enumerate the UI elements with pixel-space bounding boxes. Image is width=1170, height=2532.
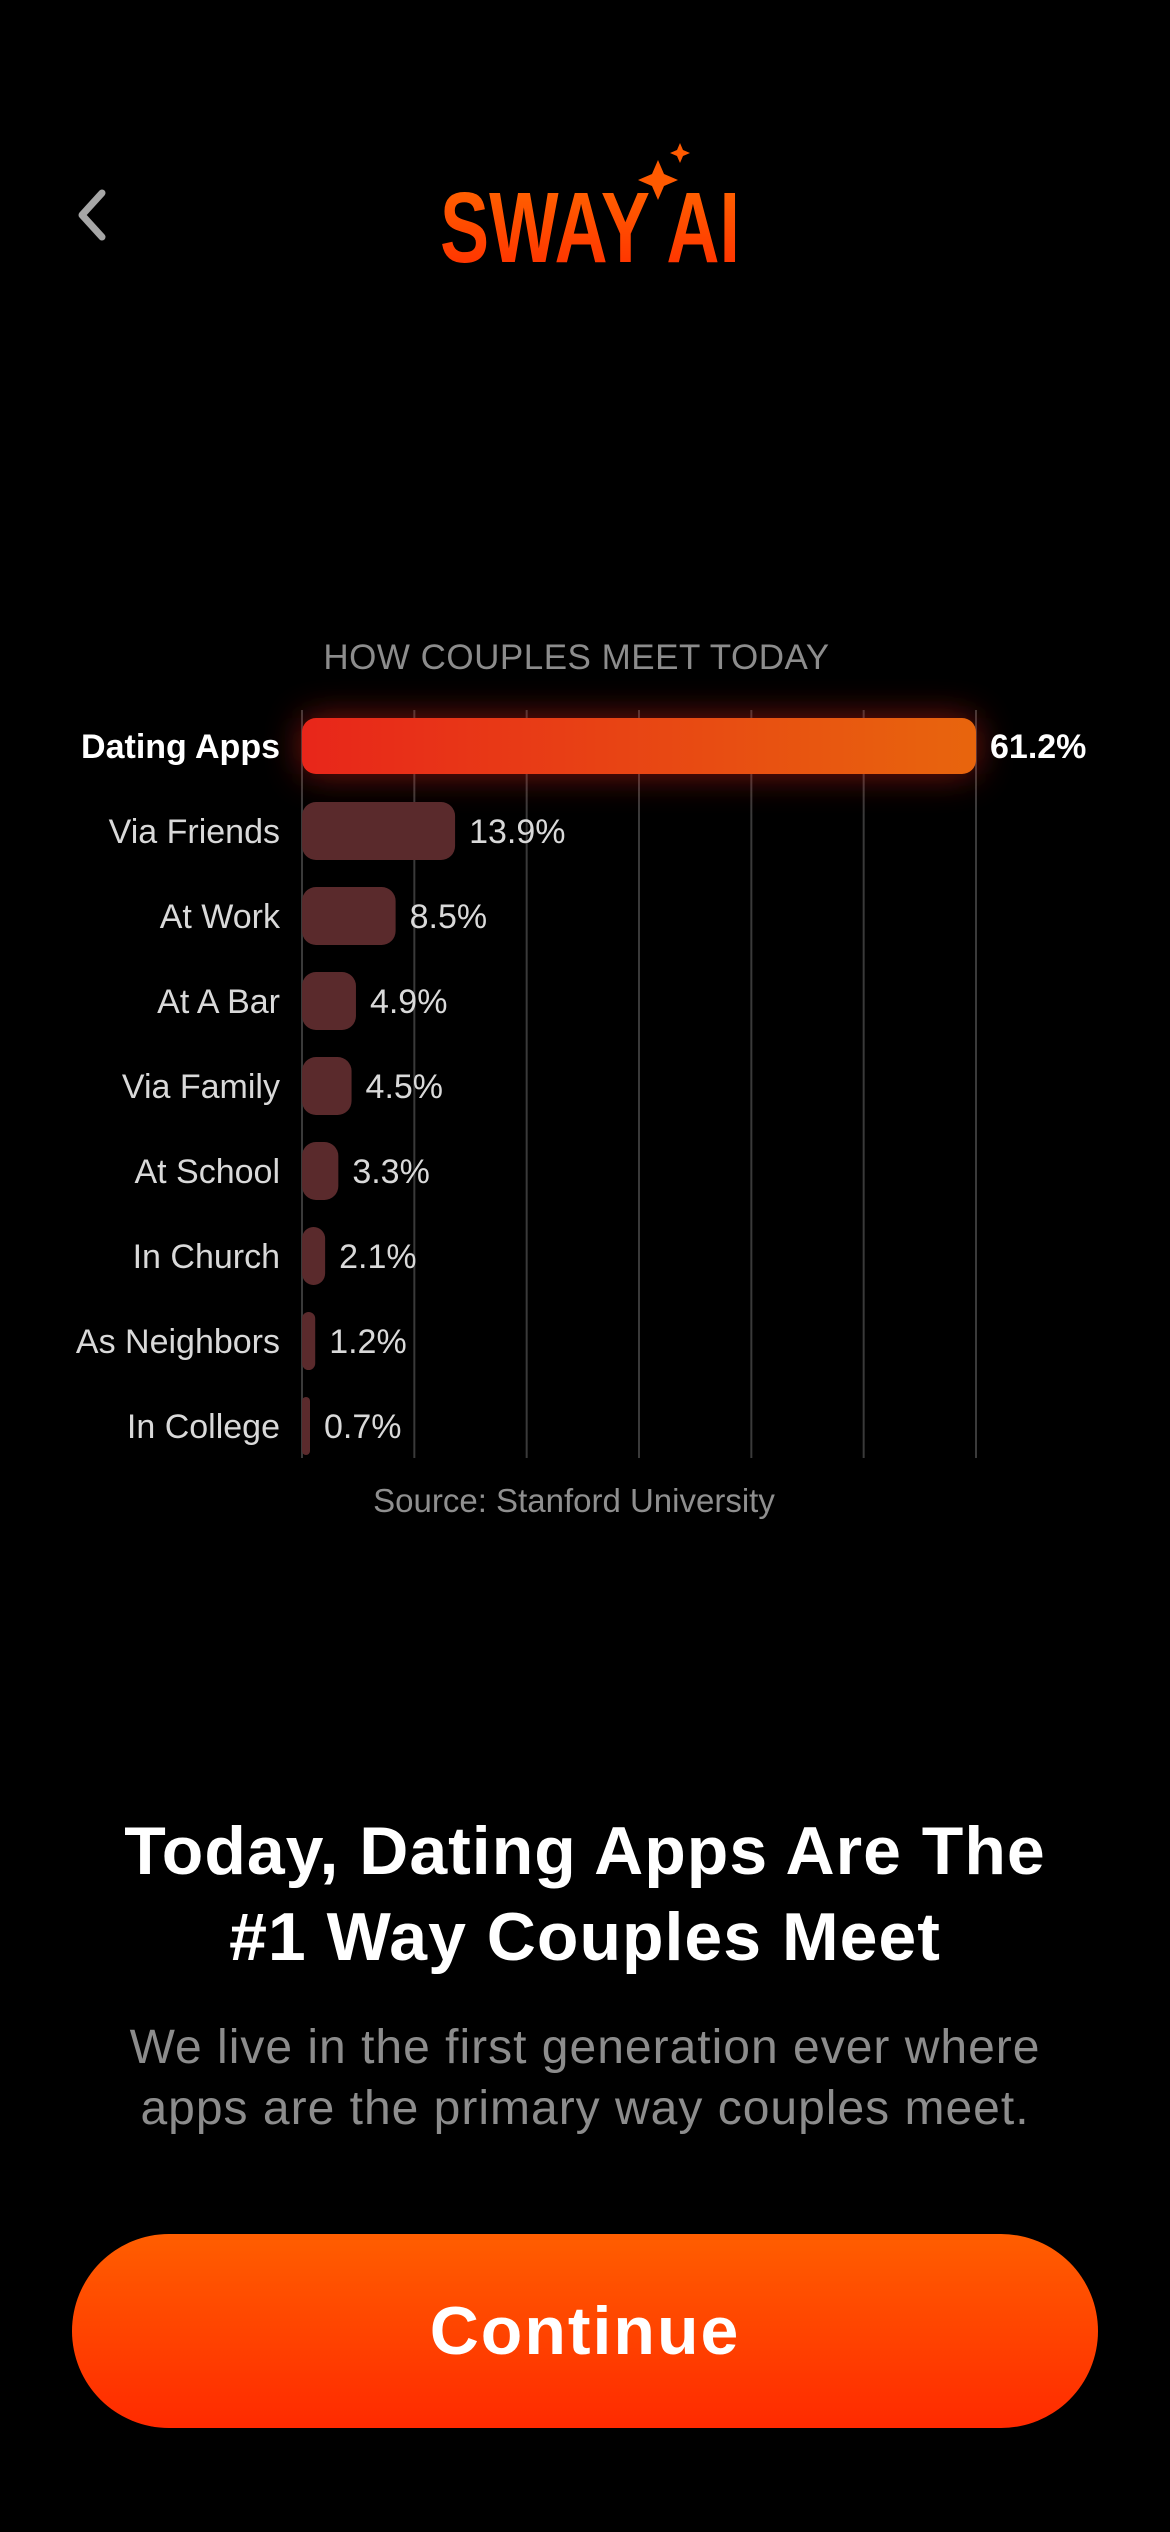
value-label: 3.3% [352, 1153, 430, 1191]
bar-chart: Dating Apps 61.2% Via Friends 13.9% At Work 8… [76, 710, 1086, 1458]
headline-line-2: #1 Way Couples Meet [229, 1899, 941, 1975]
chart-title: HOW COUPLES MEET TODAY [323, 638, 830, 677]
category-label: At School [134, 1153, 280, 1191]
category-label: Via Friends [109, 813, 280, 851]
category-label: In Church [133, 1238, 280, 1276]
bar-as-neighbors [302, 1312, 316, 1370]
bar-via-friends [302, 802, 456, 860]
bar-at-school [302, 1142, 339, 1200]
bar-via-family [302, 1057, 352, 1115]
back-button[interactable] [62, 180, 122, 250]
bar-in-church [302, 1227, 326, 1285]
category-label: Dating Apps [81, 728, 280, 766]
bar-at-a-bar [302, 972, 356, 1030]
sway-ai-logo: SWAY AI [440, 143, 740, 280]
value-label: 2.1% [339, 1238, 417, 1276]
bar-at-work [302, 887, 396, 945]
logo-text: SWAY AI [440, 172, 740, 280]
category-label: As Neighbors [76, 1323, 280, 1361]
subtext-line-2: apps are the primary way couples meet. [140, 2082, 1030, 2135]
value-label: 0.7% [324, 1408, 402, 1446]
category-label: In College [127, 1408, 280, 1446]
subtext-line-1: We live in the first generation ever whe… [129, 2021, 1041, 2074]
value-label: 13.9% [469, 813, 565, 851]
value-label: 1.2% [329, 1323, 407, 1361]
category-label: At Work [160, 898, 281, 936]
chart-source: Source: Stanford University [373, 1482, 775, 1519]
value-label: 61.2% [990, 728, 1086, 766]
page-subtext: We live in the first generation ever whe… [80, 2017, 1090, 2139]
category-label: At A Bar [157, 983, 280, 1021]
bar-in-college [302, 1397, 310, 1455]
continue-button[interactable]: Continue [72, 2234, 1098, 2428]
chevron-left-icon [78, 189, 106, 241]
category-label: Via Family [122, 1068, 280, 1106]
headline-line-1: Today, Dating Apps Are The [124, 1813, 1046, 1889]
value-label: 8.5% [410, 898, 488, 936]
value-label: 4.5% [366, 1068, 444, 1106]
page-headline: Today, Dating Apps Are The #1 Way Couple… [0, 1808, 1170, 1980]
value-label: 4.9% [370, 983, 448, 1021]
bar-dating-apps [302, 718, 976, 774]
